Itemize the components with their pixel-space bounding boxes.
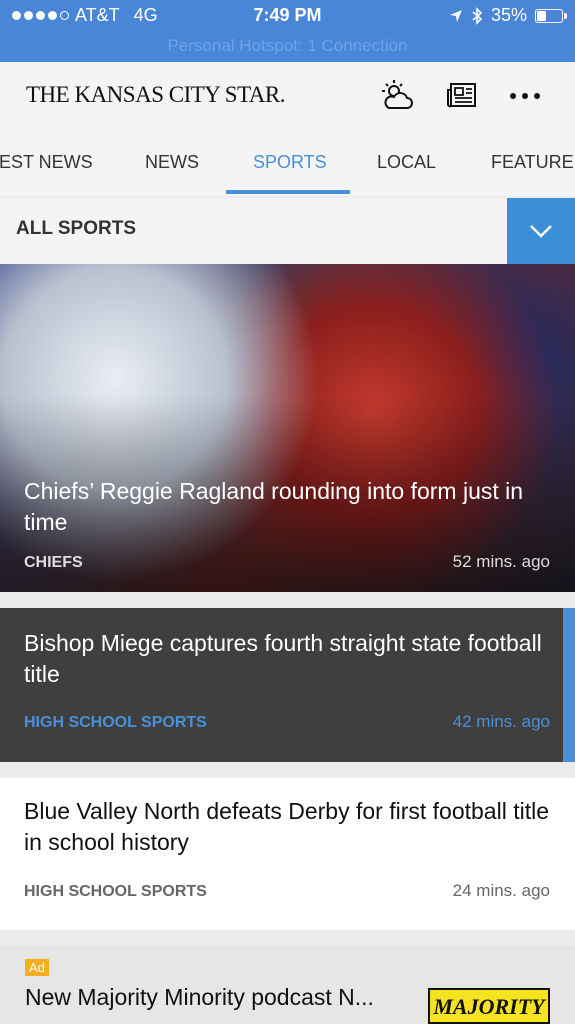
hero-article[interactable]: Chiefs’ Reggie Ragland rounding into for… bbox=[0, 264, 575, 592]
article-time: 52 mins. ago bbox=[452, 552, 550, 571]
newspaper-icon[interactable] bbox=[445, 78, 481, 114]
location-icon bbox=[449, 9, 462, 22]
sports-filter[interactable]: ALL SPORTS bbox=[0, 198, 575, 264]
more-icon[interactable] bbox=[507, 78, 543, 114]
bluetooth-icon bbox=[472, 6, 483, 25]
article-category: HIGH SCHOOL SPORTS bbox=[24, 883, 207, 900]
article-time: 42 mins. ago bbox=[452, 712, 550, 731]
tab-test-news[interactable]: TEST NEWS bbox=[0, 152, 93, 173]
filter-label: ALL SPORTS bbox=[16, 218, 136, 239]
hotspot-banner[interactable]: Personal Hotspot: 1 Connection bbox=[0, 36, 575, 56]
active-tab-indicator bbox=[226, 190, 350, 194]
weather-icon[interactable] bbox=[380, 78, 416, 114]
article-card[interactable]: Blue Valley North defeats Derby for firs… bbox=[0, 778, 575, 930]
article-time: 24 mins. ago bbox=[452, 881, 550, 900]
tab-featured[interactable]: FEATURED bbox=[491, 152, 575, 173]
ad-badge: Ad bbox=[25, 959, 49, 976]
selected-indicator bbox=[563, 608, 575, 762]
hero-image-overlay bbox=[0, 264, 575, 592]
site-logo[interactable]: THE KANSAS CITY STAR. bbox=[26, 82, 286, 108]
tab-news[interactable]: NEWS bbox=[145, 152, 199, 173]
ad-card[interactable]: Ad New Majority Minority podcast N... MA… bbox=[0, 946, 575, 1024]
article-card[interactable]: Bishop Miege captures fourth straight st… bbox=[0, 608, 575, 762]
ad-title: New Majority Minority podcast N... bbox=[25, 984, 374, 1010]
battery-percent: 35% bbox=[490, 5, 527, 25]
app-header: THE KANSAS CITY STAR. bbox=[0, 62, 575, 130]
battery-icon bbox=[535, 8, 567, 23]
tab-sports[interactable]: SPORTS bbox=[253, 152, 327, 173]
article-category: HIGH SCHOOL SPORTS bbox=[24, 714, 207, 731]
filter-dropdown-button[interactable] bbox=[507, 198, 575, 264]
status-bar: AT&T 4G 7:49 PM 35% Personal Hotspot: 1 … bbox=[0, 0, 575, 62]
tab-local[interactable]: LOCAL bbox=[377, 152, 436, 173]
section-tabs: TEST NEWS NEWS SPORTS LOCAL FEATURED bbox=[0, 130, 575, 196]
article-title: Bishop Miege captures fourth straight st… bbox=[24, 630, 542, 687]
article-title: Chiefs’ Reggie Ragland rounding into for… bbox=[24, 478, 524, 535]
article-title: Blue Valley North defeats Derby for firs… bbox=[24, 798, 549, 855]
chevron-down-icon bbox=[530, 225, 552, 238]
article-category: CHIEFS bbox=[24, 554, 83, 571]
ad-thumbnail: MAJORITY bbox=[428, 988, 550, 1024]
